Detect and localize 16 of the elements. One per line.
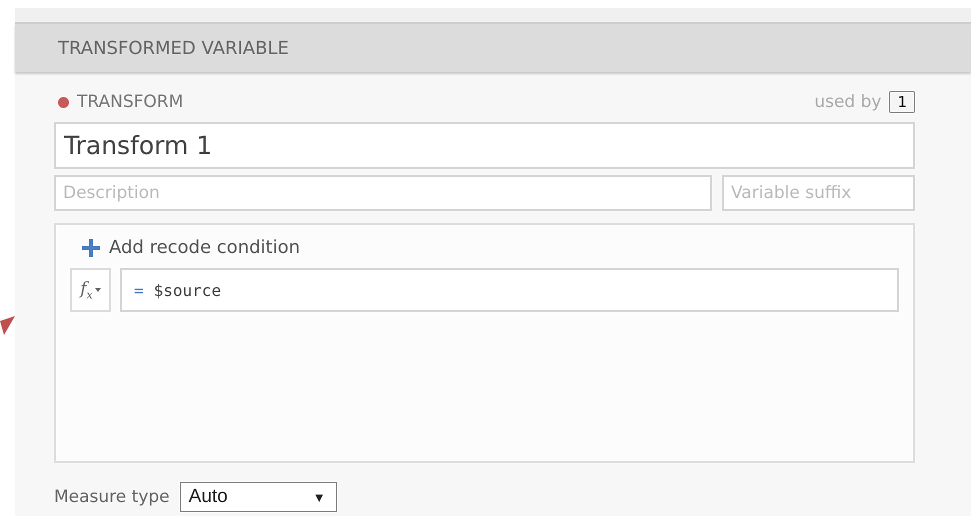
- formula-field[interactable]: = $source: [120, 268, 899, 312]
- used-by-count[interactable]: 1: [889, 91, 915, 113]
- name-field[interactable]: Transform 1: [54, 122, 915, 169]
- transform-label: TRANSFORM: [77, 92, 184, 112]
- description-field[interactable]: Description: [54, 175, 712, 211]
- status-dot: [58, 96, 69, 108]
- measure-type-select[interactable]: Auto ▼: [180, 482, 337, 512]
- section-title: TRANSFORMED VARIABLE: [58, 38, 289, 58]
- used-by-label: used by: [814, 92, 882, 112]
- measure-type-label: Measure type: [54, 487, 170, 507]
- function-button[interactable]: f$_{x}$: [70, 268, 111, 312]
- suffix-field[interactable]: Variable suffix: [722, 175, 915, 211]
- arrow-tip-icon: [0, 313, 16, 335]
- plus-icon: [82, 238, 100, 256]
- add-condition-button[interactable]: Add recode condition: [70, 237, 300, 258]
- caret-icon: [94, 288, 101, 292]
